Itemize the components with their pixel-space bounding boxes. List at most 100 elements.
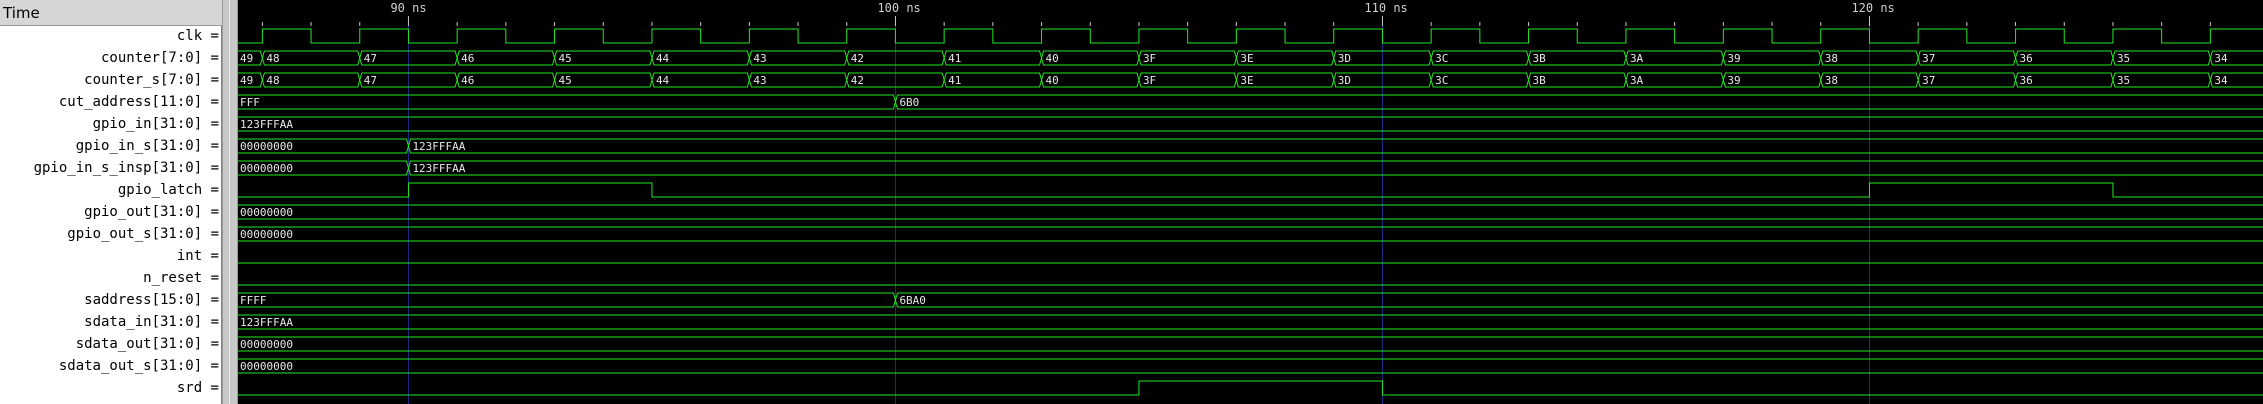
wave-counter-value: 3D xyxy=(1338,52,1351,65)
wave-counter-s-value: 3F xyxy=(1143,74,1156,87)
wave-saddress-segment xyxy=(238,292,896,308)
signal-name-sdata-in[interactable]: sdata_in[31:0] = xyxy=(0,311,219,333)
time-tick-label: 110 ns xyxy=(1364,1,1407,15)
wave-cut-address-segment xyxy=(238,94,896,110)
wave-counter-s-value: 49 xyxy=(240,74,253,87)
wave-counter-s-value: 36 xyxy=(2020,74,2033,87)
wave-gpio-out-segment xyxy=(238,204,2263,220)
wave-gpio-out-s-segment xyxy=(238,226,2263,242)
wave-saddress-segment xyxy=(894,292,2263,308)
wave-counter-s-value: 39 xyxy=(1727,74,1740,87)
wave-gpio-in-s-insp-value: 00000000 xyxy=(240,162,293,175)
signal-name-n-reset[interactable]: n_reset = xyxy=(0,267,219,289)
wave-counter-s-value: 34 xyxy=(2214,74,2228,87)
wave-gpio-in-value: 123FFFAA xyxy=(240,118,293,131)
wave-clk-trace xyxy=(238,28,2263,44)
wave-gpio-in-s-value: 00000000 xyxy=(240,140,293,153)
wave-saddress-value: 6BA0 xyxy=(899,294,926,307)
signal-name-int[interactable]: int = xyxy=(0,245,219,267)
signal-name-srd[interactable]: srd = xyxy=(0,377,219,399)
waveform-canvas[interactable]: 90 ns 100 ns 110 ns 120 ns 49 48 47 46 45 44 43 42 4… xyxy=(238,0,2263,404)
signal-name-gpio-in-s[interactable]: gpio_in_s[31:0] = xyxy=(0,135,219,157)
time-ruler xyxy=(238,0,2263,26)
signal-name-gpio-out[interactable]: gpio_out[31:0] = xyxy=(0,201,219,223)
signal-name-gpio-latch[interactable]: gpio_latch = xyxy=(0,179,219,201)
pane-splitter[interactable] xyxy=(222,0,238,404)
signal-name-gpio-out-s[interactable]: gpio_out_s[31:0] = xyxy=(0,223,219,245)
wave-counter-s-value: 48 xyxy=(266,74,279,87)
wave-counter-value: 45 xyxy=(559,52,572,65)
wave-counter-s-value: 3E xyxy=(1240,74,1253,87)
wave-counter-value: 3A xyxy=(1630,52,1644,65)
wave-counter-value: 38 xyxy=(1825,52,1838,65)
wave-srd-trace xyxy=(238,380,2263,396)
splitter-grip xyxy=(229,0,230,404)
wave-counter-value: 39 xyxy=(1727,52,1740,65)
wave-counter-s-value: 38 xyxy=(1825,74,1838,87)
wave-counter-s-value: 3A xyxy=(1630,74,1644,87)
wave-counter-value: 3B xyxy=(1533,52,1547,65)
time-header: Time xyxy=(0,0,222,26)
wave-counter-value: 41 xyxy=(948,52,961,65)
wave-counter-value: 46 xyxy=(461,52,474,65)
wave-counter-s-value: 37 xyxy=(1922,74,1935,87)
wave-counter-s-value: 46 xyxy=(461,74,474,87)
wave-saddress-value: FFFF xyxy=(240,294,267,307)
wave-counter-value: 3C xyxy=(1435,52,1448,65)
wave-cut-address-value: FFF xyxy=(240,96,260,109)
wave-counter-value: 47 xyxy=(364,52,377,65)
waveform-panel[interactable]: 90 ns 100 ns 110 ns 120 ns 49 48 47 46 45 44 43 42 4… xyxy=(238,0,2263,404)
wave-counter-value: 3E xyxy=(1240,52,1253,65)
wave-counter-s-value: 45 xyxy=(559,74,572,87)
signal-name-counter[interactable]: counter[7:0] = xyxy=(0,47,219,69)
signal-name-saddress[interactable]: saddress[15:0] = xyxy=(0,289,219,311)
wave-gpio-in-s-value: 123FFFAA xyxy=(412,140,465,153)
wave-counter-value: 37 xyxy=(1922,52,1935,65)
wave-cut-address-segment xyxy=(894,94,2263,110)
wave-counter-s-value: 44 xyxy=(656,74,670,87)
wave-counter-s-value: 41 xyxy=(948,74,961,87)
wave-sdata-in-segment xyxy=(238,314,2263,330)
time-tick-label: 100 ns xyxy=(877,1,920,15)
signal-name-gpio-in[interactable]: gpio_in[31:0] = xyxy=(0,113,219,135)
waveform-viewer: Time clk = counter[7:0] = counter_s[7:0] =… xyxy=(0,0,2263,404)
wave-counter-value: 43 xyxy=(753,52,766,65)
wave-counter-value: 40 xyxy=(1046,52,1059,65)
wave-counter-value: 42 xyxy=(851,52,864,65)
wave-counter-value: 34 xyxy=(2214,52,2228,65)
wave-cut-address-value: 6B0 xyxy=(899,96,919,109)
wave-counter-value: 3F xyxy=(1143,52,1156,65)
wave-gpio-in-s-segment xyxy=(407,138,2263,154)
signal-name-panel: Time clk = counter[7:0] = counter_s[7:0] =… xyxy=(0,0,222,404)
wave-sdata-out-value: 00000000 xyxy=(240,338,293,351)
wave-gpio-out-value: 00000000 xyxy=(240,206,293,219)
signal-name-clk[interactable]: clk = xyxy=(0,25,219,47)
wave-sdata-out-segment xyxy=(238,336,2263,352)
signal-name-gpio-in-s-insp[interactable]: gpio_in_s_insp[31:0] = xyxy=(0,157,219,179)
signal-name-counter-s[interactable]: counter_s[7:0] = xyxy=(0,69,219,91)
wave-gpio-latch-trace xyxy=(238,182,2263,198)
wave-counter-s-value: 3D xyxy=(1338,74,1351,87)
wave-counter-s-value: 40 xyxy=(1046,74,1059,87)
signal-name-sdata-out[interactable]: sdata_out[31:0] = xyxy=(0,333,219,355)
wave-counter-s-value: 3C xyxy=(1435,74,1448,87)
wave-gpio-in-s-insp-value: 123FFFAA xyxy=(412,162,465,175)
wave-counter-value: 48 xyxy=(266,52,279,65)
wave-counter-s-value: 3B xyxy=(1533,74,1547,87)
wave-counter-value: 35 xyxy=(2117,52,2130,65)
wave-counter-value: 36 xyxy=(2020,52,2033,65)
wave-gpio-in-s-insp-segment xyxy=(407,160,2263,176)
wave-counter-value: 44 xyxy=(656,52,670,65)
wave-counter-s-value: 47 xyxy=(364,74,377,87)
wave-sdata-out-s-value: 00000000 xyxy=(240,360,293,373)
wave-counter-value: 49 xyxy=(240,52,253,65)
time-tick-label: 90 ns xyxy=(390,1,426,15)
time-tick-label: 120 ns xyxy=(1851,1,1894,15)
signal-name-sdata-out-s[interactable]: sdata_out_s[31:0] = xyxy=(0,355,219,377)
wave-counter-s-value: 43 xyxy=(753,74,766,87)
wave-counter-s-value: 35 xyxy=(2117,74,2130,87)
signal-name-cut-address[interactable]: cut_address[11:0] = xyxy=(0,91,219,113)
wave-gpio-in-segment xyxy=(238,116,2263,132)
wave-sdata-out-s-segment xyxy=(238,358,2263,374)
wave-sdata-in-value: 123FFFAA xyxy=(240,316,293,329)
